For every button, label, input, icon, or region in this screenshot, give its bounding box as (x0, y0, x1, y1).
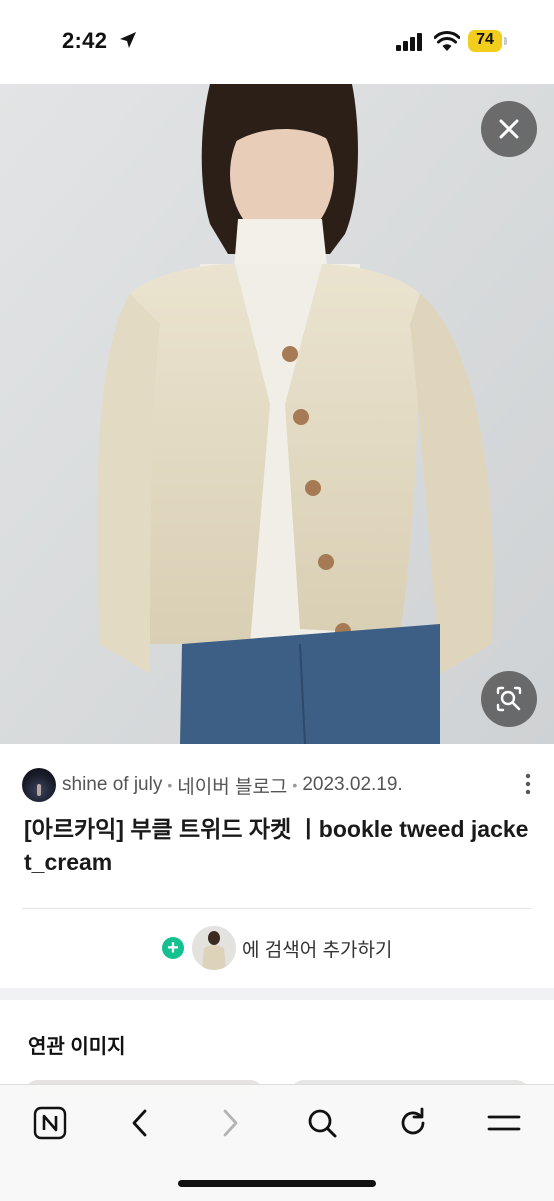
main-image[interactable] (0, 84, 554, 744)
close-icon (499, 119, 519, 139)
naver-home-icon[interactable] (30, 1103, 70, 1143)
home-indicator[interactable] (178, 1180, 376, 1187)
wifi-icon (434, 31, 460, 51)
status-bar: 2:42 74 (0, 0, 554, 84)
location-arrow-icon (120, 32, 136, 48)
more-options-icon[interactable] (522, 772, 534, 796)
add-search-term-button[interactable]: + 에 검색어 추가하기 (162, 926, 392, 970)
search-thumbnail (192, 926, 236, 970)
separator: • (167, 777, 173, 793)
author-name[interactable]: shine of july (62, 774, 162, 796)
forward-icon[interactable] (210, 1103, 250, 1143)
menu-icon[interactable] (484, 1103, 524, 1143)
back-icon[interactable] (120, 1103, 160, 1143)
battery-tip (504, 37, 507, 45)
close-button[interactable] (481, 101, 537, 157)
jacket-photo (0, 84, 554, 744)
battery-indicator: 74 (468, 30, 508, 52)
add-search-label: 에 검색어 추가하기 (242, 939, 393, 961)
avatar (22, 768, 56, 802)
image-search-icon (496, 686, 522, 712)
result-title[interactable]: [아르카익] 부클 트위드 자켓 ㅣbookle tweed jacket_cr… (24, 813, 534, 879)
plus-icon: + (162, 937, 184, 959)
separator: • (292, 777, 298, 793)
post-date: 2023.02.19. (302, 774, 403, 795)
section-gap (0, 988, 554, 1000)
cellular-signal-icon (396, 33, 422, 51)
platform-name: 네이버 블로그 (177, 776, 288, 798)
divider (22, 908, 532, 909)
related-images-title: 연관 이미지 (28, 1036, 126, 1058)
thumbnail-image (192, 926, 236, 970)
image-search-button[interactable] (481, 671, 537, 727)
search-icon[interactable] (302, 1103, 342, 1143)
source-row[interactable]: shine of july • 네이버 블로그 • 2023.02.19. (22, 768, 403, 802)
result-info: shine of july • 네이버 블로그 • 2023.02.19. [아… (0, 744, 554, 988)
reload-icon[interactable] (393, 1103, 433, 1143)
clock: 2:42 (62, 28, 108, 53)
battery-level: 74 (476, 31, 494, 48)
